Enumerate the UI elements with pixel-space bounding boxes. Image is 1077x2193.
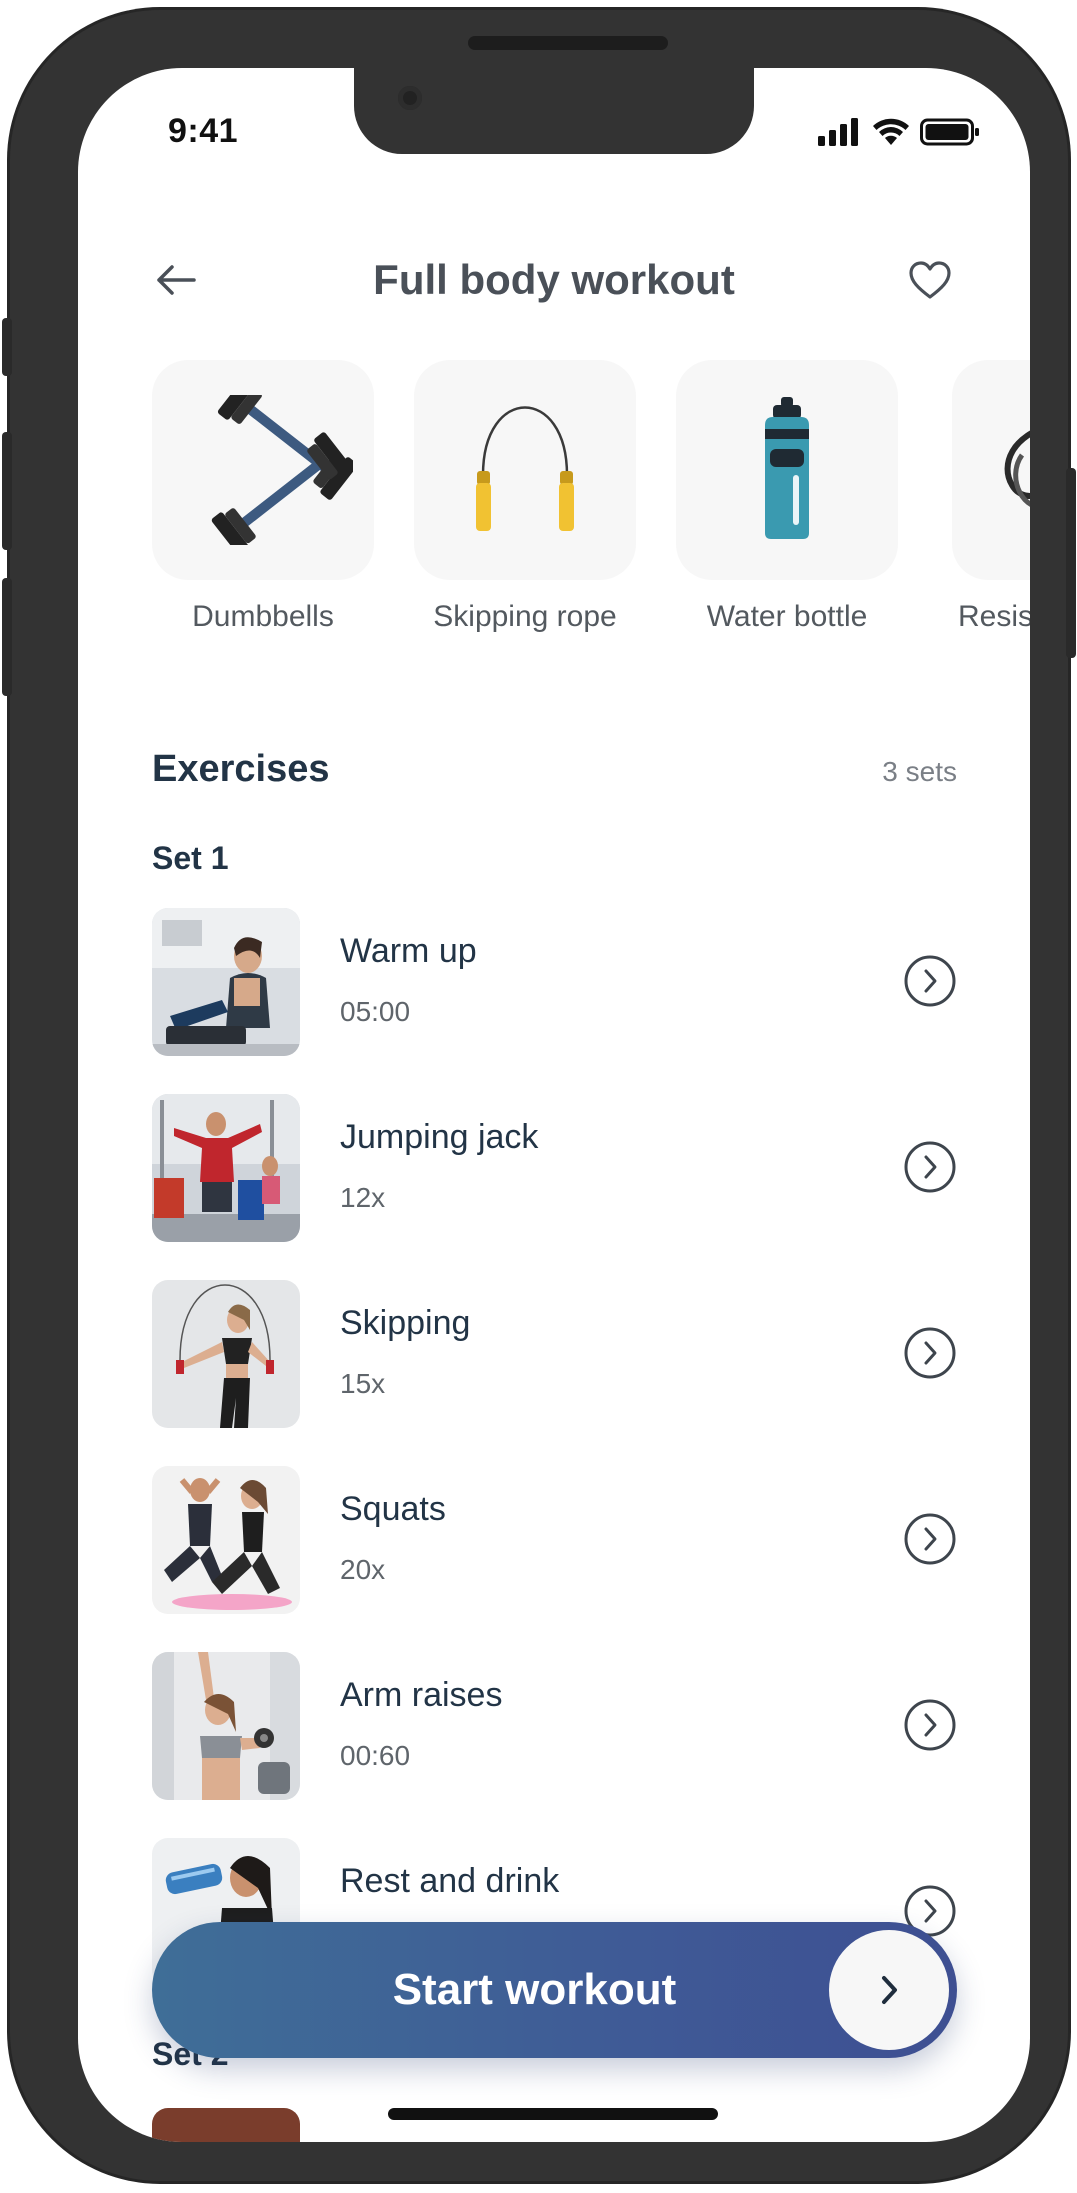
exercise-row-jumping-jack[interactable]: Jumping jack 12x	[152, 1094, 957, 1242]
equipment-tile	[676, 360, 898, 580]
equipment-list: Dumbbells Skipping rope Water bottle Res…	[78, 360, 1030, 700]
exercise-thumbnail	[152, 1466, 300, 1614]
exercise-name: Warm up	[340, 932, 477, 970]
arm-raises-photo	[152, 1652, 300, 1800]
earpiece-speaker	[468, 36, 668, 50]
start-workout-button[interactable]: Start workout	[152, 1922, 957, 2058]
chevron-right-circle-icon[interactable]	[903, 954, 957, 1008]
exercise-row-skipping[interactable]: Skipping 15x	[152, 1280, 957, 1428]
front-camera	[398, 86, 422, 110]
chevron-right-circle-icon[interactable]	[903, 1698, 957, 1752]
exercise-name: Squats	[340, 1490, 446, 1528]
set-label: Set 1	[152, 840, 229, 876]
squats-photo	[152, 1466, 300, 1614]
exercise-thumbnail	[152, 1094, 300, 1242]
equipment-item-skipping-rope[interactable]: Skipping rope	[414, 360, 636, 634]
resistance-band-icon	[1004, 430, 1030, 507]
exercise-name: Skipping	[340, 1304, 471, 1342]
phone-frame: 9:41 Full body workout Dumbbells Skippin…	[2, 10, 1076, 2181]
chevron-right-icon	[882, 1976, 897, 2004]
screen: 9:41 Full body workout Dumbbells Skippin…	[78, 68, 1030, 2142]
cellular-signal-icon	[818, 118, 858, 146]
sets-count: 3 sets	[882, 756, 957, 787]
exercise-name: Jumping jack	[340, 1118, 539, 1156]
skipping-rope-icon	[476, 406, 574, 531]
equipment-label: Resistance band	[958, 600, 1030, 633]
exercise-reps: 12x	[340, 1182, 386, 1213]
warm-up-photo	[152, 908, 300, 1056]
exercise-name: Rest and drink	[340, 1862, 560, 1900]
chevron-right-circle-icon[interactable]	[903, 1140, 957, 1194]
page-header: Full body workout	[78, 228, 1030, 338]
exercise-thumbnail	[152, 908, 300, 1056]
power-button	[1066, 468, 1076, 658]
exercise-row-warm-up[interactable]: Warm up 05:00	[152, 908, 957, 1056]
jumping-jack-photo	[152, 1094, 300, 1242]
status-icons	[818, 118, 980, 146]
start-workout-label: Start workout	[392, 1965, 677, 2014]
battery-icon	[920, 118, 979, 146]
chevron-right-circle-icon[interactable]	[903, 1512, 957, 1566]
exercise-thumbnail	[152, 1280, 300, 1428]
exercise-duration: 05:00	[340, 996, 411, 1027]
equipment-label: Dumbbells	[192, 600, 334, 633]
mute-switch	[2, 318, 12, 376]
equipment-item-dumbbells[interactable]: Dumbbells	[152, 360, 374, 634]
exercises-header: Exercises 3 sets	[152, 748, 957, 808]
equipment-label: Water bottle	[706, 600, 868, 633]
exercise-thumbnail	[152, 1652, 300, 1800]
exercise-row-squats[interactable]: Squats 20x	[152, 1466, 957, 1614]
equipment-item-resistance-band[interactable]: Resistance band	[952, 360, 1030, 634]
exercise-duration: 00:60	[340, 1740, 411, 1771]
start-workout-arrow[interactable]	[829, 1930, 949, 2050]
notch	[354, 68, 754, 154]
exercise-row-arm-raises[interactable]: Arm raises 00:60	[152, 1652, 957, 1800]
equipment-item-water-bottle[interactable]: Water bottle	[676, 360, 898, 634]
skipping-photo	[152, 1280, 300, 1428]
heart-icon	[909, 261, 951, 299]
equipment-tile	[414, 360, 636, 580]
favorite-button[interactable]	[898, 248, 962, 312]
wifi-icon	[873, 118, 909, 145]
volume-down-button	[2, 578, 12, 696]
exercise-reps: 15x	[340, 1368, 386, 1399]
home-indicator	[388, 2108, 718, 2120]
water-bottle-icon	[765, 397, 809, 539]
chevron-right-circle-icon[interactable]	[903, 1326, 957, 1380]
volume-up-button	[2, 432, 12, 550]
equipment-tile	[152, 360, 374, 580]
exercise-reps: 20x	[340, 1554, 386, 1585]
page-title: Full body workout	[373, 256, 735, 303]
status-time: 9:41	[168, 112, 239, 150]
equipment-tile	[952, 360, 1030, 580]
exercise-name: Arm raises	[340, 1676, 503, 1714]
dumbbells-icon	[211, 395, 353, 545]
exercise-thumbnail-partial	[152, 2108, 300, 2142]
exercises-title: Exercises	[152, 748, 330, 790]
equipment-label: Skipping rope	[433, 600, 617, 633]
